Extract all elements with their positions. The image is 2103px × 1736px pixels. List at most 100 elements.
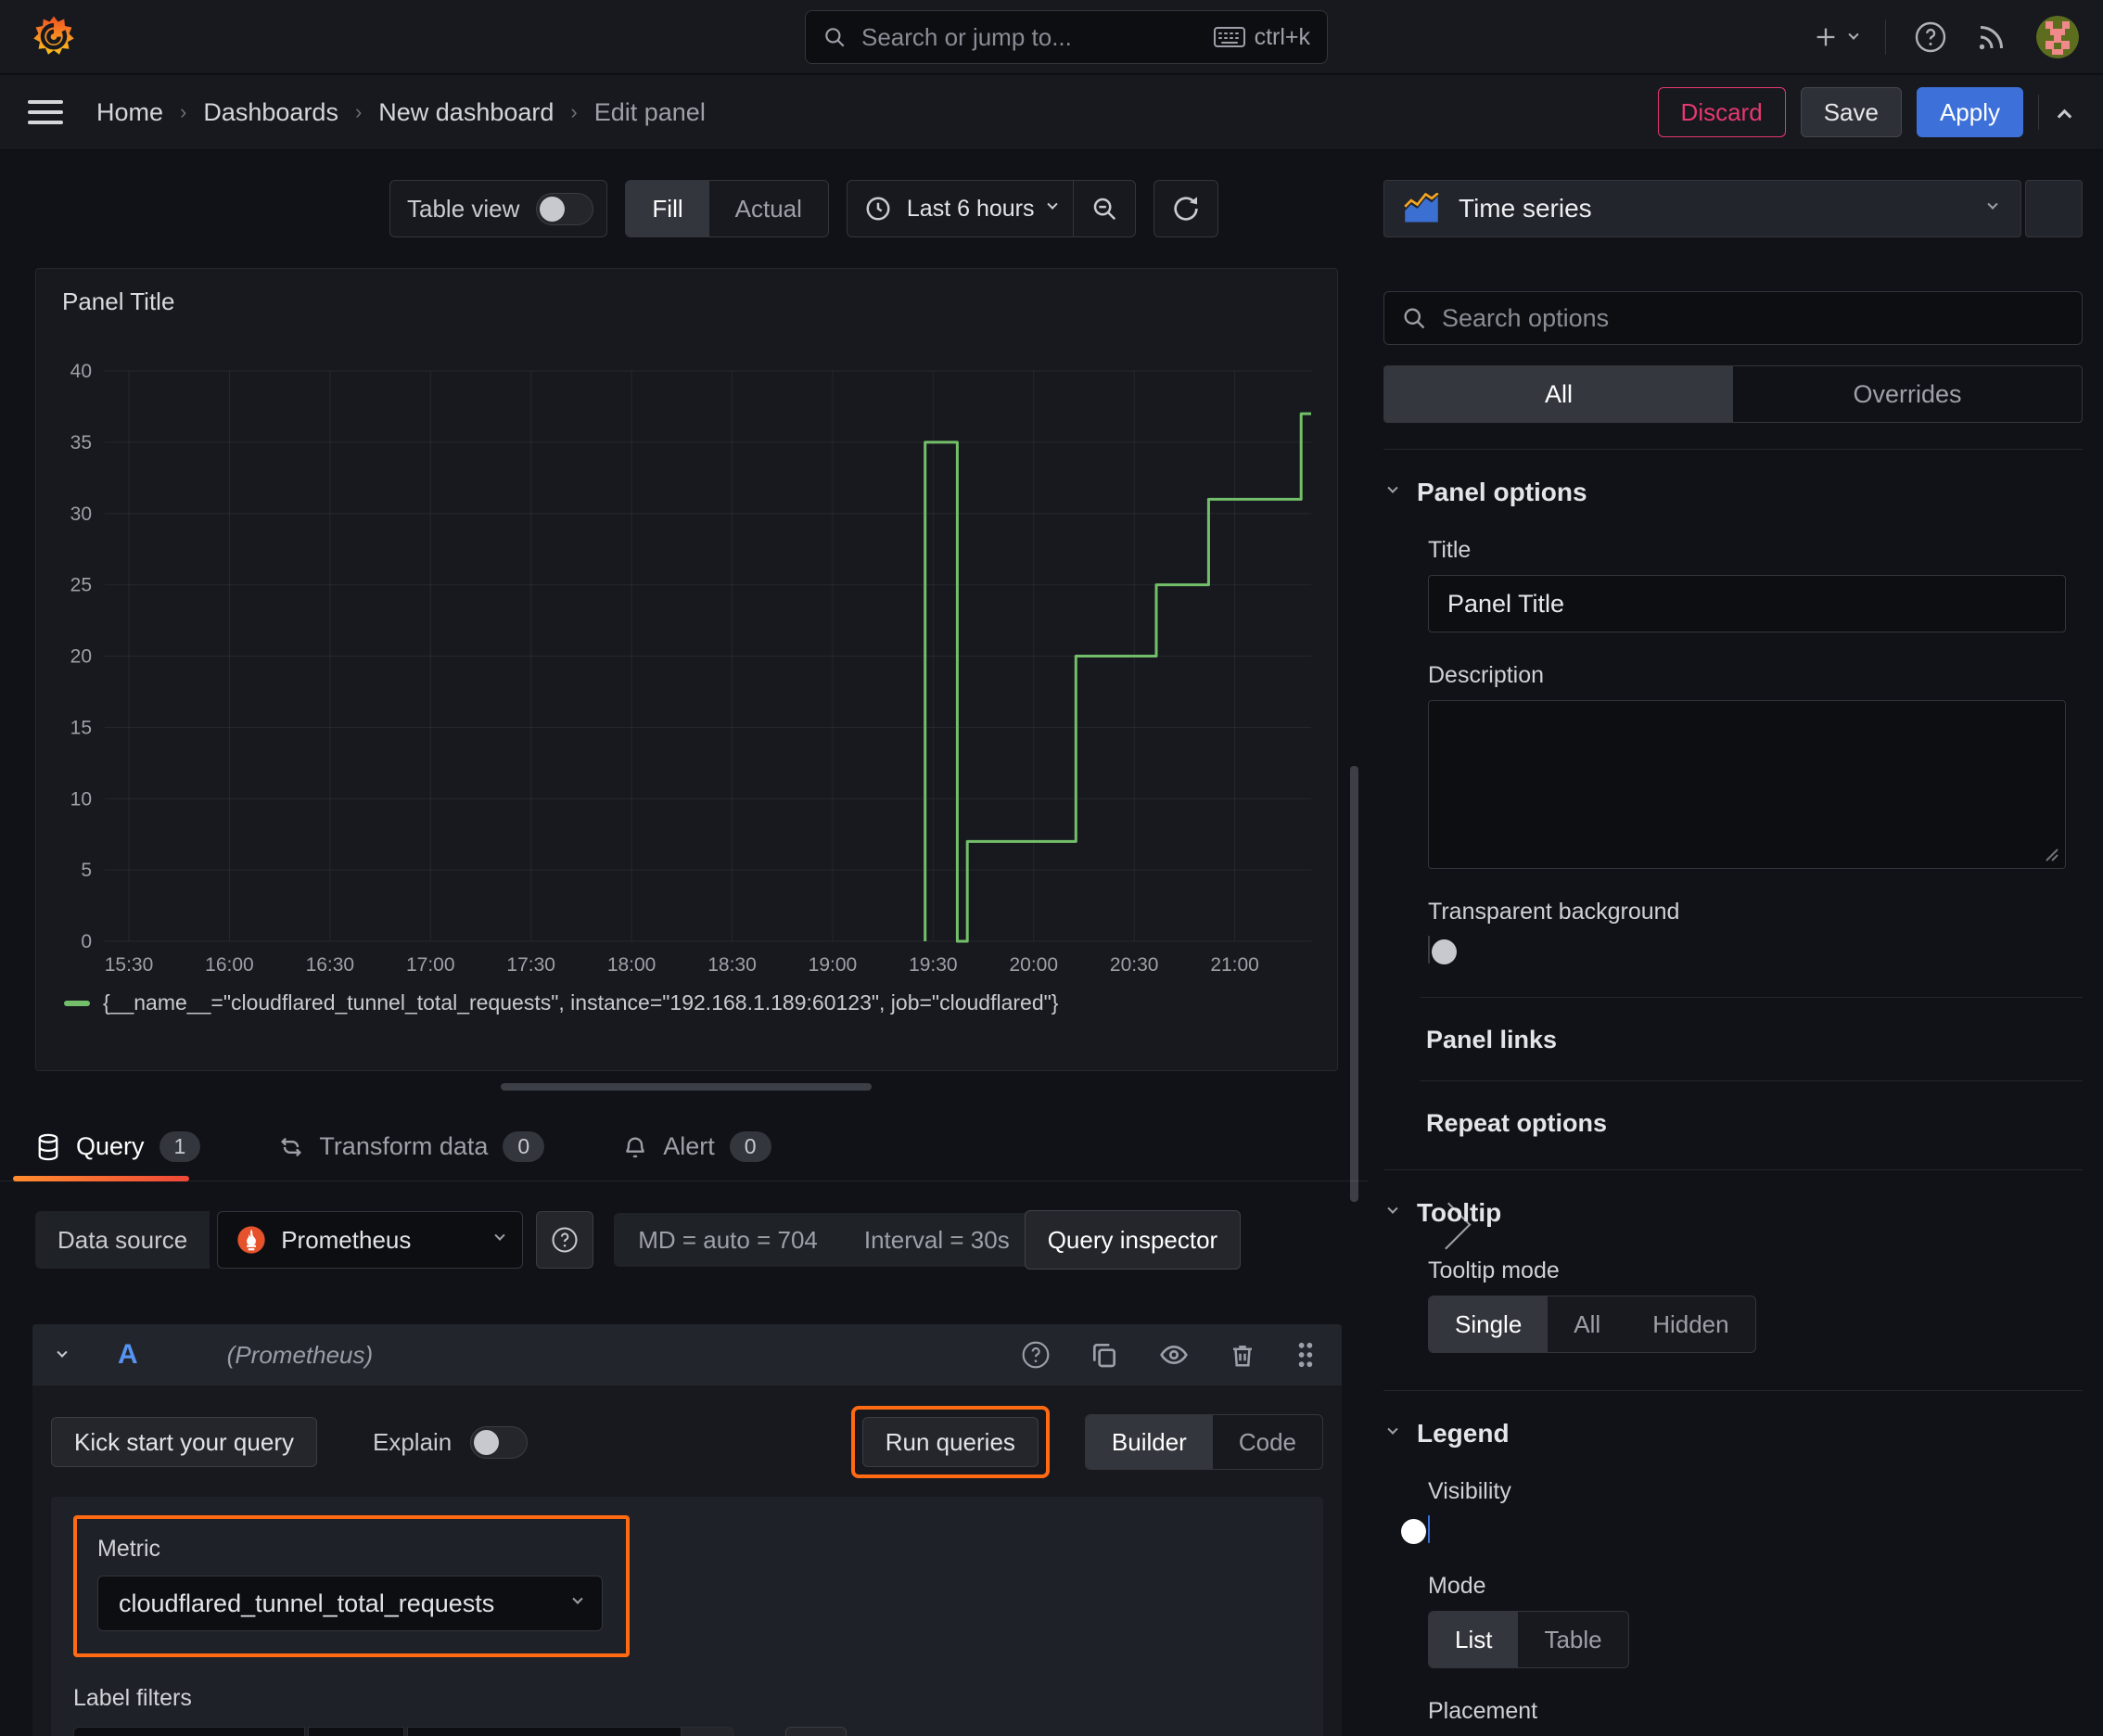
table-view-label: Table view <box>407 194 520 223</box>
duplicate-icon[interactable] <box>1090 1340 1119 1370</box>
divider <box>1421 997 2083 998</box>
panel-options-header[interactable]: Panel options <box>1387 478 2083 507</box>
query-row-header[interactable]: A (Prometheus) <box>32 1324 1342 1385</box>
run-queries-button[interactable]: Run queries <box>861 1417 1039 1467</box>
divider <box>2038 95 2039 130</box>
top-bar-actions <box>1813 15 2079 58</box>
legend-header[interactable]: Legend <box>1387 1419 2083 1449</box>
series-label[interactable]: {__name__="cloudflared_tunnel_total_requ… <box>103 990 1058 1015</box>
grafana-edit-panel-page: ctrl+k <box>0 0 2103 1736</box>
breadcrumb: Home › Dashboards › New dashboard › Edit… <box>96 98 706 127</box>
datasource-help-button[interactable] <box>536 1211 594 1269</box>
discard-button[interactable]: Discard <box>1657 87 1786 137</box>
tab-all[interactable]: All <box>1384 366 1733 422</box>
divider <box>1383 1169 2083 1170</box>
select-value-dropdown[interactable]: Select value <box>407 1727 682 1736</box>
editor-tabs: Query 1 Transform data 0 Alert 0 <box>0 1113 1368 1181</box>
repeat-options-header[interactable]: Repeat options <box>1426 1109 2083 1138</box>
time-range-group: Last 6 hours <box>846 180 1137 237</box>
explain-label: Explain <box>372 1427 452 1456</box>
table-view-toggle[interactable] <box>536 192 594 225</box>
visibility-label: Visibility <box>1428 1478 1511 1504</box>
tab-query[interactable]: Query 1 <box>35 1113 201 1181</box>
menu-toggle-icon[interactable] <box>28 100 63 124</box>
news-icon[interactable] <box>1975 20 2008 54</box>
fill-actual-switch: Fill Actual <box>625 180 829 237</box>
label-filters-row: Select label = Select value <box>73 1727 1301 1736</box>
new-menu-button[interactable] <box>1813 24 1859 50</box>
transform-count-badge: 0 <box>503 1131 545 1162</box>
svg-text:18:30: 18:30 <box>707 954 757 976</box>
zoom-out-button[interactable] <box>1074 181 1135 236</box>
apply-button[interactable]: Apply <box>1916 87 2023 137</box>
query-editor: A (Prometheus) Kick start your query Exp… <box>32 1324 1342 1736</box>
legend-mode-label: Mode <box>1428 1573 1486 1599</box>
svg-text:15:30: 15:30 <box>105 954 154 976</box>
options-search-input[interactable] <box>1440 302 2065 334</box>
code-option[interactable]: Code <box>1213 1415 1322 1469</box>
explain-toggle[interactable] <box>470 1425 529 1459</box>
help-icon[interactable] <box>1021 1340 1051 1370</box>
breadcrumb-dashboards[interactable]: Dashboards <box>203 98 338 127</box>
visualization-picker[interactable]: Time series <box>1383 180 2021 237</box>
datasource-picker[interactable]: Prometheus <box>217 1211 524 1269</box>
breadcrumb-home[interactable]: Home <box>96 98 163 127</box>
query-ref-id: A <box>118 1339 138 1370</box>
timeseries-chart: 0 5 10 15 20 25 30 35 40 15:30 16:00 16:30 17:00 17:3… <box>70 361 1311 976</box>
resize-handle-icon[interactable] <box>2043 846 2059 862</box>
fill-option[interactable]: Fill <box>626 181 709 236</box>
nav-bar: Home › Dashboards › New dashboard › Edit… <box>0 75 2103 150</box>
horizontal-scrollbar[interactable] <box>501 1083 872 1091</box>
tooltip-header[interactable]: Tooltip <box>1387 1198 2083 1228</box>
chevron-down-icon <box>494 1230 505 1241</box>
bell-icon <box>626 1137 645 1157</box>
chevron-right-icon: › <box>570 100 578 123</box>
legend-list-option[interactable]: List <box>1429 1612 1519 1667</box>
builder-code-switch: Builder Code <box>1084 1414 1323 1470</box>
save-button[interactable]: Save <box>1800 87 1902 137</box>
plus-icon <box>1816 28 1835 45</box>
query-inspector-button[interactable]: Query inspector <box>1024 1210 1242 1270</box>
refresh-button[interactable] <box>1154 181 1217 236</box>
add-filter-button[interactable] <box>785 1727 847 1736</box>
actual-option[interactable]: Actual <box>709 181 828 236</box>
metric-select[interactable]: cloudflared_tunnel_total_requests <box>97 1576 603 1631</box>
eye-icon[interactable] <box>1158 1340 1190 1370</box>
kick-start-query-button[interactable]: Kick start your query <box>51 1417 317 1467</box>
legend-visibility-toggle[interactable] <box>1401 1515 1430 1544</box>
svg-text:17:00: 17:00 <box>406 954 455 976</box>
breadcrumb-new-dashboard[interactable]: New dashboard <box>378 98 554 127</box>
global-search-input[interactable] <box>860 21 1201 53</box>
panel-links-header[interactable]: Panel links <box>1426 1026 2083 1054</box>
tab-alert[interactable]: Alert 0 <box>622 1113 771 1181</box>
remove-filter-button[interactable]: ✕ <box>682 1727 733 1736</box>
metric-label: Metric <box>97 1536 161 1562</box>
grafana-logo-icon[interactable] <box>32 15 76 59</box>
chevron-down-icon <box>1987 198 1998 210</box>
operator-dropdown[interactable]: = <box>308 1727 404 1736</box>
options-search[interactable] <box>1383 291 2083 345</box>
panel-title-input[interactable] <box>1428 575 2066 632</box>
collapse-sidebar-button[interactable] <box>2025 180 2083 237</box>
trash-icon[interactable] <box>1229 1340 1256 1370</box>
time-range-picker[interactable]: Last 6 hours <box>848 181 1074 236</box>
tooltip-single-option[interactable]: Single <box>1429 1296 1549 1352</box>
builder-option[interactable]: Builder <box>1085 1415 1213 1469</box>
description-textarea[interactable] <box>1428 700 2066 869</box>
tooltip-hidden-option[interactable]: Hidden <box>1626 1296 1754 1352</box>
avatar[interactable] <box>2036 15 2079 58</box>
legend-table-option[interactable]: Table <box>1518 1612 1627 1667</box>
transparent-background-toggle[interactable] <box>1428 936 1457 964</box>
global-search[interactable]: ctrl+k <box>805 10 1328 64</box>
select-label-dropdown[interactable]: Select label <box>73 1727 305 1736</box>
chevron-right-icon: › <box>354 100 363 123</box>
keyboard-icon <box>1213 27 1245 47</box>
tab-overrides[interactable]: Overrides <box>1733 366 2082 422</box>
svg-text:40: 40 <box>70 361 92 382</box>
drag-handle-icon[interactable] <box>1295 1340 1316 1370</box>
tab-transform-data[interactable]: Transform data 0 <box>278 1113 545 1181</box>
help-icon[interactable] <box>1914 20 1947 54</box>
collapse-header-icon[interactable] <box>2057 108 2072 123</box>
tooltip-all-option[interactable]: All <box>1548 1296 1626 1352</box>
help-icon <box>552 1227 578 1253</box>
